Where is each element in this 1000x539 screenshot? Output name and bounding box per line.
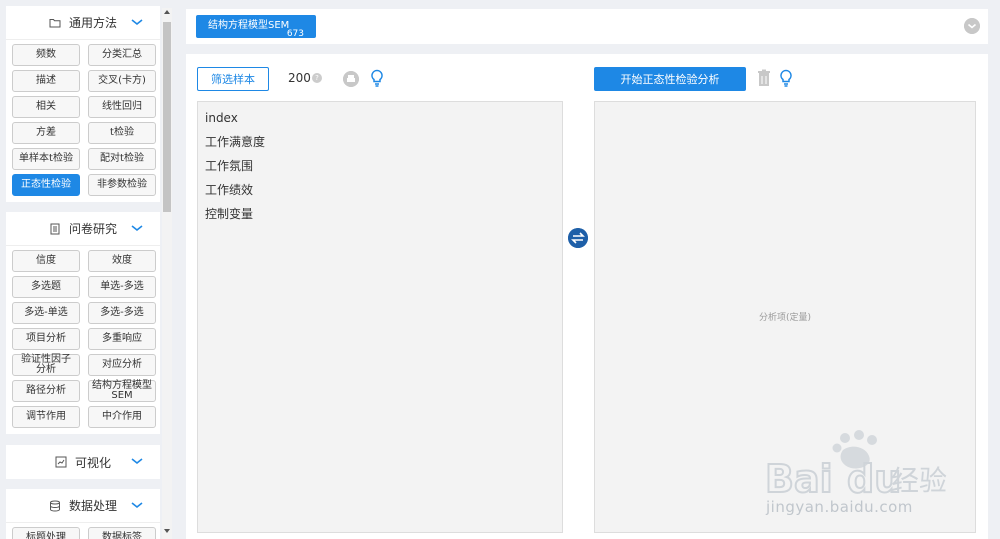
sidebar-section-header[interactable]: 问卷研究 <box>6 212 160 246</box>
database-icon <box>49 500 60 512</box>
sidebar-method-button[interactable]: 调节作用 <box>12 406 80 428</box>
sidebar-method-button[interactable]: 路径分析 <box>12 380 80 402</box>
analysis-placeholder: 分析项(定量) <box>758 313 812 323</box>
sidebar-method-button[interactable]: 交叉(卡方) <box>88 70 156 92</box>
document-icon <box>50 223 60 234</box>
section-title: 数据处理 <box>68 499 117 513</box>
svg-text:Bai: Bai <box>765 457 833 501</box>
tab-count: 673 <box>286 29 304 39</box>
sidebar-scrollbar[interactable] <box>162 8 172 539</box>
sidebar-method-button[interactable]: 分类汇总 <box>88 44 156 66</box>
sidebar-method-button[interactable]: 多选-单选 <box>12 302 80 324</box>
printer-icon[interactable] <box>343 71 359 87</box>
filter-sample-button[interactable]: 筛选样本 <box>197 67 269 91</box>
sidebar-method-button[interactable]: 数据标签 <box>88 527 156 539</box>
sidebar-buttons: 信度 效度 多选题 单选-多选 多选-单选 多选-多选 项目分析 多重响应 验证性因子 分析 对应… <box>6 246 160 434</box>
sidebar-method-button[interactable]: 描述 <box>12 70 80 92</box>
scroll-down-arrow-icon[interactable] <box>164 529 170 533</box>
folder-icon <box>49 18 61 27</box>
sidebar-method-button[interactable]: 线性回归 <box>88 96 156 118</box>
sidebar-method-button[interactable]: 效度 <box>88 250 156 272</box>
chevron-down-icon[interactable] <box>130 15 144 29</box>
sidebar-method-button[interactable]: 多选-多选 <box>88 302 156 324</box>
chevron-down-icon[interactable] <box>130 498 144 512</box>
sidebar-method-button[interactable]: 项目分析 <box>12 328 80 350</box>
sidebar-buttons: 标题处理 数据标签 <box>6 523 160 539</box>
start-normality-test-button[interactable]: 开始正态性检验分析 <box>594 67 746 91</box>
chevron-down-icon[interactable] <box>130 454 144 468</box>
sidebar-method-button[interactable]: 非参数检验 <box>88 174 156 196</box>
tab-sem[interactable]: 结构方程模型SEM 673 <box>196 15 316 39</box>
sidebar-method-button[interactable]: t检验 <box>88 122 156 144</box>
sidebar-method-button[interactable]: 信度 <box>12 250 80 272</box>
sidebar: 通用方法 频数 分类汇总 描述 交叉(卡方) 相关 线性回归 方差 t检验 单样本t检验 配对t检… <box>0 0 172 539</box>
chevron-down-icon[interactable] <box>130 221 144 235</box>
svg-text:经验: 经验 <box>891 464 947 497</box>
sidebar-section-questionnaire: 问卷研究 信度 效度 多选题 单选-多选 多选-单选 多选-多选 项目分析 多重响应 验证性因子… <box>6 212 160 434</box>
sidebar-section-header[interactable]: 可视化 <box>6 445 160 479</box>
section-title: 可视化 <box>74 455 111 470</box>
collapse-chevron-icon[interactable] <box>964 18 980 34</box>
sidebar-method-button[interactable]: 验证性因子 分析 <box>12 354 80 376</box>
help-icon[interactable]: ? <box>312 73 322 83</box>
swap-arrows-icon[interactable] <box>568 228 588 248</box>
sidebar-section-visualization: 可视化 <box>6 445 160 479</box>
tab-label: 结构方程模型SEM <box>208 20 290 31</box>
scroll-thumb[interactable] <box>163 22 171 212</box>
variable-item[interactable]: 工作绩效 <box>198 178 562 202</box>
sidebar-method-button[interactable]: 正态性检验 <box>12 174 80 196</box>
variable-item[interactable]: 控制变量 <box>198 202 562 226</box>
sidebar-method-button[interactable]: 单样本t检验 <box>12 148 80 170</box>
lightbulb-icon[interactable] <box>779 69 793 87</box>
sidebar-method-button[interactable]: 多选题 <box>12 276 80 298</box>
sidebar-method-button[interactable]: 中介作用 <box>88 406 156 428</box>
variable-item[interactable]: 工作满意度 <box>198 130 562 154</box>
section-title: 问卷研究 <box>68 222 117 236</box>
variable-item[interactable]: 工作氛围 <box>198 154 562 178</box>
trash-icon[interactable] <box>757 69 771 87</box>
chart-icon <box>55 456 67 468</box>
sample-count: 200 <box>288 71 311 85</box>
sidebar-section-general: 通用方法 频数 分类汇总 描述 交叉(卡方) 相关 线性回归 方差 t检验 单样本t检验 配对t检… <box>6 6 160 202</box>
sidebar-method-button[interactable]: 标题处理 <box>12 527 80 539</box>
sidebar-buttons: 频数 分类汇总 描述 交叉(卡方) 相关 线性回归 方差 t检验 单样本t检验 配对t检验 正态性检… <box>6 40 160 202</box>
sidebar-method-button[interactable]: 单选-多选 <box>88 276 156 298</box>
sidebar-method-button[interactable]: 多重响应 <box>88 328 156 350</box>
sidebar-method-button[interactable]: 配对t检验 <box>88 148 156 170</box>
watermark-url: jingyan.baidu.com <box>766 498 913 516</box>
top-tab-bar: 结构方程模型SEM 673 <box>186 9 988 44</box>
sidebar-method-button[interactable]: 对应分析 <box>88 354 156 376</box>
sidebar-section-header[interactable]: 通用方法 <box>6 6 160 40</box>
sidebar-method-button[interactable]: 结构方程模型 SEM <box>88 380 156 402</box>
section-title: 通用方法 <box>68 16 117 30</box>
sidebar-section-header[interactable]: 数据处理 <box>6 489 160 523</box>
lightbulb-icon[interactable] <box>370 69 384 87</box>
variable-list[interactable]: index 工作满意度 工作氛围 工作绩效 控制变量 <box>197 101 563 533</box>
sidebar-method-button[interactable]: 相关 <box>12 96 80 118</box>
variable-item[interactable]: index <box>198 106 562 130</box>
scroll-up-arrow-icon[interactable] <box>164 10 170 14</box>
sidebar-method-button[interactable]: 频数 <box>12 44 80 66</box>
sidebar-method-button[interactable]: 方差 <box>12 122 80 144</box>
sidebar-section-data-processing: 数据处理 标题处理 数据标签 <box>6 489 160 539</box>
